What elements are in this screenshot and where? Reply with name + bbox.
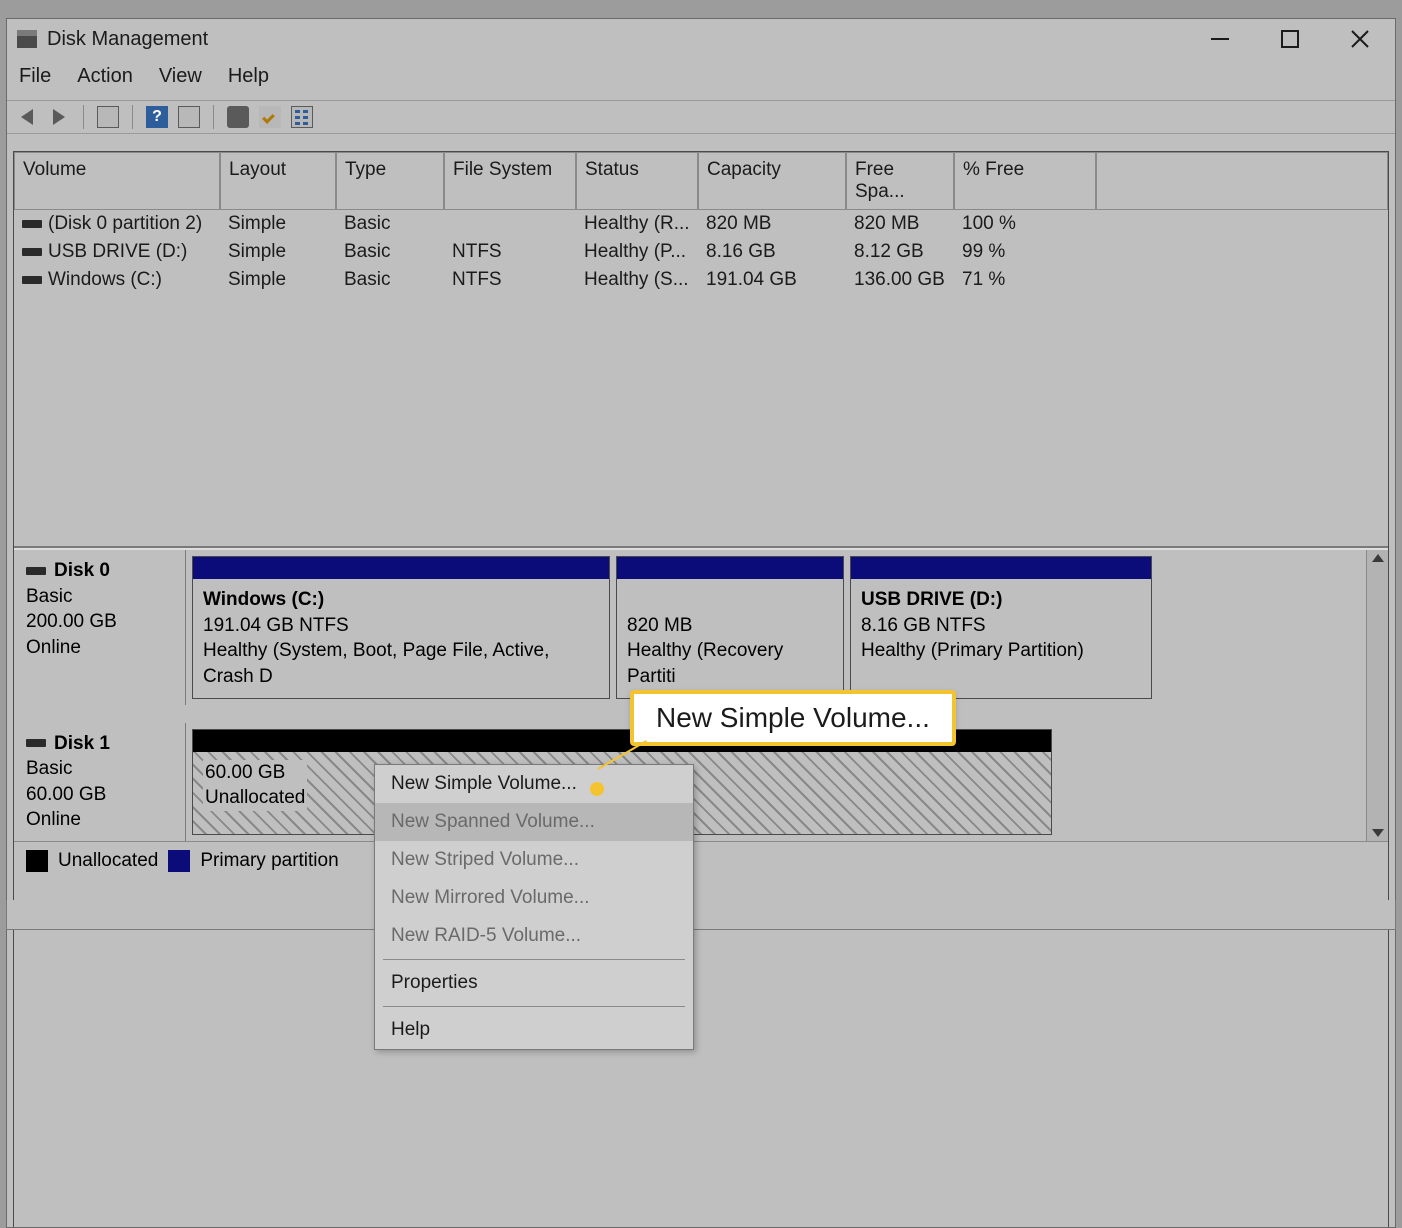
maximize-button[interactable] bbox=[1255, 19, 1325, 59]
tree-icon bbox=[97, 106, 119, 128]
callout-annotation: New Simple Volume... bbox=[630, 690, 956, 746]
ctx-item-new-simple-volume[interactable]: New Simple Volume... bbox=[375, 765, 693, 803]
close-button[interactable] bbox=[1325, 19, 1395, 59]
help-button[interactable]: ? bbox=[145, 105, 169, 129]
forward-button[interactable] bbox=[47, 105, 71, 129]
menu-help[interactable]: Help bbox=[228, 65, 269, 88]
toolbar: ? bbox=[7, 100, 1395, 134]
menubar: File Action View Help bbox=[7, 59, 1395, 100]
ctx-item-new-raid-5-volume: New RAID-5 Volume... bbox=[375, 917, 693, 955]
scrollbar[interactable] bbox=[1366, 550, 1388, 841]
refresh-icon bbox=[227, 106, 249, 128]
col-filesystem[interactable]: File System bbox=[444, 152, 576, 210]
help-icon: ? bbox=[146, 106, 168, 128]
scroll-up-icon[interactable] bbox=[1372, 554, 1384, 562]
check-button[interactable] bbox=[258, 105, 282, 129]
disk-management-window: Disk Management File Action View Help ? … bbox=[6, 18, 1396, 1228]
unallocated-swatch bbox=[26, 850, 48, 872]
col-freespace[interactable]: Free Spa... bbox=[846, 152, 954, 210]
minimize-button[interactable] bbox=[1185, 19, 1255, 59]
ctx-item-new-mirrored-volume: New Mirrored Volume... bbox=[375, 879, 693, 917]
action-icon bbox=[178, 106, 200, 128]
callout-text: New Simple Volume... bbox=[630, 690, 956, 746]
back-button[interactable] bbox=[15, 105, 39, 129]
volume-table-header[interactable]: Volume Layout Type File System Status Ca… bbox=[14, 152, 1388, 210]
vol-name: (Disk 0 partition 2) bbox=[48, 213, 202, 234]
volume-row[interactable]: Windows (C:)SimpleBasicNTFSHealthy (S...… bbox=[14, 266, 1388, 294]
col-layout[interactable]: Layout bbox=[220, 152, 336, 210]
arrow-right-icon bbox=[53, 109, 65, 125]
legend-primary: Primary partition bbox=[200, 850, 338, 872]
volume-row[interactable]: USB DRIVE (D:)SimpleBasicNTFSHealthy (P.… bbox=[14, 238, 1388, 266]
col-status[interactable]: Status bbox=[576, 152, 698, 210]
vol-name: USB DRIVE (D:) bbox=[48, 241, 187, 262]
statusbar bbox=[6, 900, 1396, 930]
vol-name: Windows (C:) bbox=[48, 269, 162, 290]
partition[interactable]: 820 MBHealthy (Recovery Partiti bbox=[616, 556, 844, 699]
ctx-item-new-spanned-volume: New Spanned Volume... bbox=[375, 803, 693, 841]
app-icon bbox=[17, 30, 37, 48]
partition[interactable]: USB DRIVE (D:)8.16 GB NTFSHealthy (Prima… bbox=[850, 556, 1152, 699]
col-pctfree[interactable]: % Free bbox=[954, 152, 1096, 210]
disk-icon bbox=[22, 220, 42, 228]
ctx-help[interactable]: Help bbox=[375, 1011, 693, 1049]
check-icon bbox=[259, 106, 281, 128]
primary-swatch bbox=[168, 850, 190, 872]
ctx-properties[interactable]: Properties bbox=[375, 964, 693, 1002]
disk-info[interactable]: Disk 1Basic60.00 GBOnline bbox=[14, 723, 186, 842]
col-volume[interactable]: Volume bbox=[14, 152, 220, 210]
menu-action[interactable]: Action bbox=[77, 65, 133, 88]
volume-row[interactable]: (Disk 0 partition 2)SimpleBasicHealthy (… bbox=[14, 210, 1388, 238]
disk-icon bbox=[26, 567, 46, 575]
titlebar[interactable]: Disk Management bbox=[7, 19, 1395, 59]
disk-icon bbox=[26, 739, 46, 747]
window-title: Disk Management bbox=[47, 28, 1185, 51]
disk-icon bbox=[22, 276, 42, 284]
callout-dot-icon bbox=[590, 782, 604, 796]
action-button[interactable] bbox=[177, 105, 201, 129]
legend-unallocated: Unallocated bbox=[58, 850, 158, 872]
list-icon bbox=[291, 106, 313, 128]
menu-file[interactable]: File bbox=[19, 65, 51, 88]
col-capacity[interactable]: Capacity bbox=[698, 152, 846, 210]
list-button[interactable] bbox=[290, 105, 314, 129]
disk-icon bbox=[22, 248, 42, 256]
menu-view[interactable]: View bbox=[159, 65, 202, 88]
disk-info[interactable]: Disk 0Basic200.00 GBOnline bbox=[14, 550, 186, 705]
context-menu: New Simple Volume...New Spanned Volume..… bbox=[374, 764, 694, 1050]
col-type[interactable]: Type bbox=[336, 152, 444, 210]
volume-table: Volume Layout Type File System Status Ca… bbox=[14, 152, 1388, 548]
partition[interactable]: Windows (C:)191.04 GB NTFSHealthy (Syste… bbox=[192, 556, 610, 699]
disk-row: Disk 0Basic200.00 GBOnlineWindows (C:)19… bbox=[14, 550, 1366, 705]
refresh-button[interactable] bbox=[226, 105, 250, 129]
ctx-item-new-striped-volume: New Striped Volume... bbox=[375, 841, 693, 879]
scroll-down-icon[interactable] bbox=[1372, 829, 1384, 837]
show-hide-tree-button[interactable] bbox=[96, 105, 120, 129]
content-area: Volume Layout Type File System Status Ca… bbox=[13, 151, 1389, 1227]
arrow-left-icon bbox=[21, 109, 33, 125]
legend: Unallocated Primary partition bbox=[14, 841, 1388, 880]
